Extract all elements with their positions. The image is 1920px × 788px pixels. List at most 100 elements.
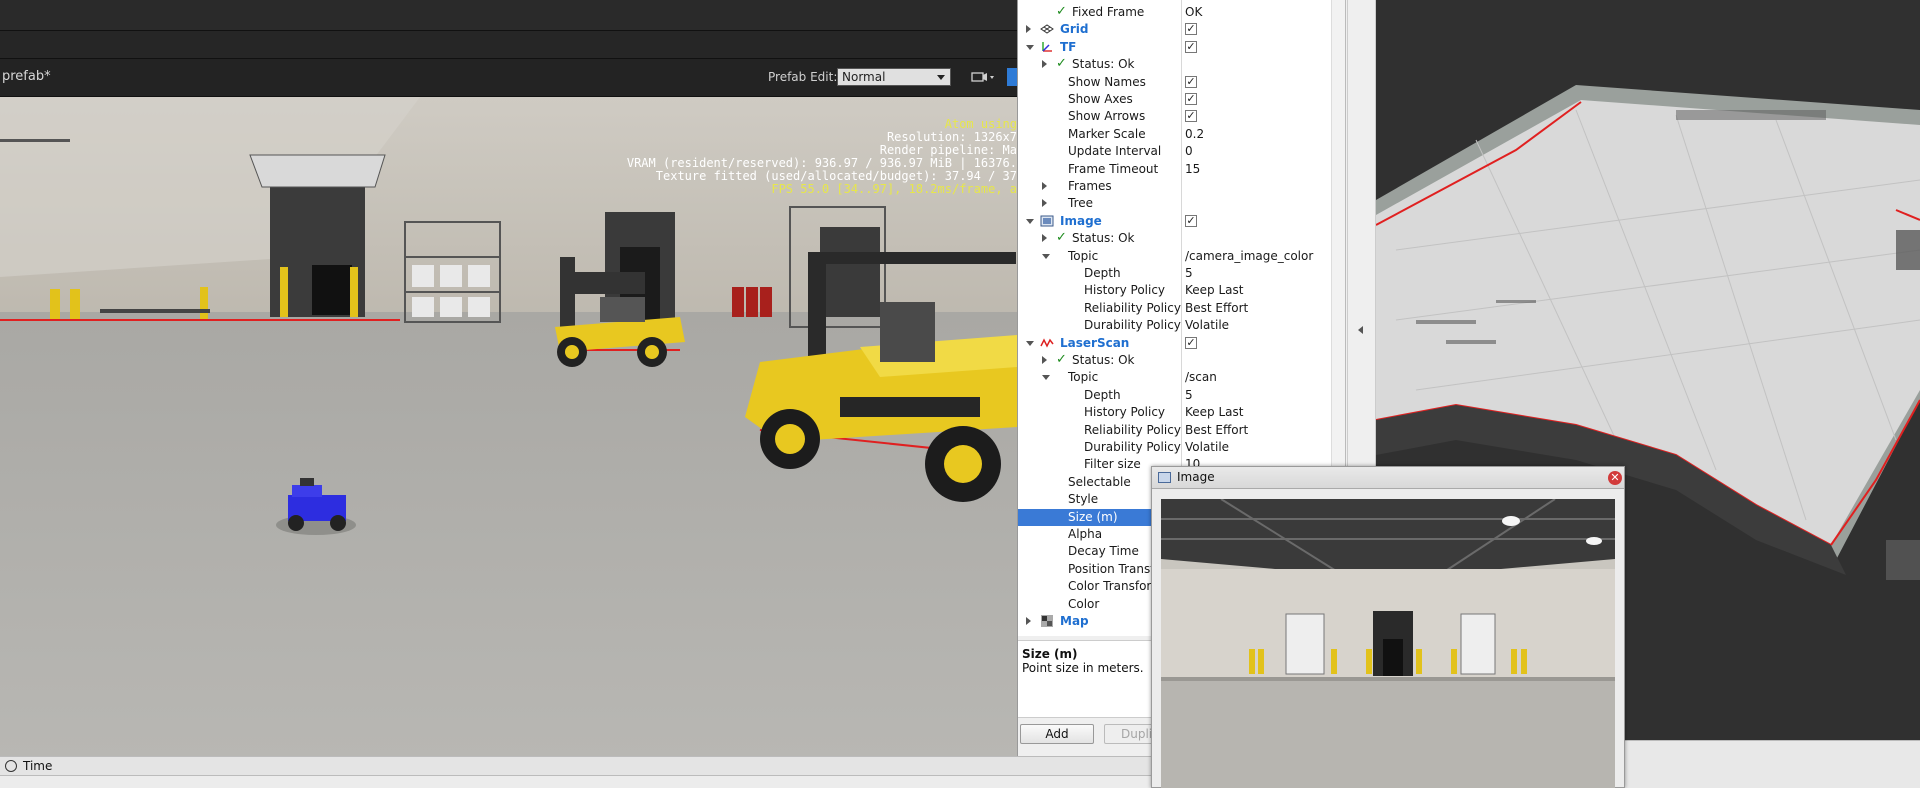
tree-row-label: Decay Time (1068, 544, 1139, 559)
tree-row[interactable]: Durability Policy Volatile (1018, 317, 1330, 334)
tree-row-label: Status: Ok (1072, 353, 1135, 367)
engine-toolbar (0, 31, 1017, 59)
tree-row-label: Status: Ok (1072, 57, 1135, 72)
tree-row[interactable]: Update Interval 0 (1018, 143, 1330, 160)
tree-row-label: Style (1068, 492, 1099, 507)
prefab-edit-label: Prefab Edit: (768, 70, 838, 84)
tree-row[interactable]: ✓ Fixed Frame OK (1018, 4, 1330, 21)
tree-row-label: Alpha (1068, 527, 1103, 541)
tree-row[interactable]: Tree (1018, 195, 1330, 212)
enabled-checkbox[interactable]: ✓ (1185, 93, 1197, 105)
tree-row-label: Frame Timeout (1068, 161, 1159, 176)
tree-row-value[interactable]: 0.2 (1185, 127, 1204, 141)
enabled-checkbox[interactable]: ✓ (1185, 336, 1197, 349)
tree-row-label: Status: Ok (1072, 231, 1135, 246)
enabled-checkbox[interactable]: ✓ (1185, 23, 1197, 36)
tree-row-label: Update Interval (1068, 144, 1162, 159)
tree-row-value[interactable]: /scan (1185, 370, 1217, 384)
tree-row-label: Grid (1060, 22, 1089, 37)
tree-row-label: Image (1060, 213, 1102, 228)
collapse-arrow-icon[interactable] (1026, 44, 1034, 50)
tree-row-value[interactable]: /camera_image_color (1185, 249, 1313, 263)
enabled-checkbox[interactable]: ✓ (1185, 75, 1197, 88)
engine-menu-bar (0, 0, 1017, 31)
tree-row-value[interactable]: OK (1185, 5, 1202, 19)
image-window-titlebar[interactable]: Image ✕ (1152, 467, 1624, 489)
prefab-tab[interactable]: prefab* (2, 69, 51, 84)
tree-row[interactable]: Show Names ✓ (1018, 74, 1330, 91)
tree-row[interactable]: History Policy Keep Last (1018, 282, 1330, 299)
tree-row[interactable]: Topic/scan (1018, 369, 1330, 386)
expand-arrow-icon[interactable] (1042, 234, 1047, 243)
tree-row[interactable]: Frame Timeout 15 (1018, 161, 1330, 178)
enabled-checkbox[interactable]: ✓ (1185, 40, 1197, 53)
warehouse-scene (0, 97, 1017, 788)
tree-row-label: Frames (1068, 179, 1112, 193)
tf-icon (1040, 40, 1054, 54)
tree-row-value[interactable]: Best Effort (1185, 301, 1248, 315)
tree-row[interactable]: Reliability Policy Best Effort (1018, 422, 1330, 439)
tree-row[interactable]: ✓ Status: Ok (1018, 352, 1330, 369)
tree-row-value[interactable]: Keep Last (1185, 405, 1243, 419)
tree-row[interactable]: Show Arrows ✓ (1018, 108, 1330, 125)
expand-arrow-icon[interactable] (1042, 356, 1047, 364)
grid-icon (1040, 22, 1054, 36)
tree-row[interactable]: Grid ✓ (1018, 21, 1330, 38)
tree-row-value[interactable]: 5 (1185, 388, 1193, 402)
tree-row-value[interactable]: 15 (1185, 162, 1200, 176)
expand-arrow-icon[interactable] (1026, 617, 1031, 625)
close-icon[interactable]: ✕ (1608, 471, 1622, 485)
tree-row[interactable]: LaserScan ✓ (1018, 335, 1330, 352)
tree-row-value[interactable]: Best Effort (1185, 423, 1248, 437)
collapse-arrow-icon[interactable] (1042, 375, 1050, 381)
expand-arrow-icon[interactable] (1042, 199, 1047, 208)
image-icon (1040, 214, 1054, 228)
tree-row-label: Show Axes (1068, 92, 1133, 106)
tree-row-value[interactable]: Keep Last (1185, 283, 1243, 297)
image-window-title: Image (1177, 470, 1215, 484)
add-button[interactable]: Add (1020, 724, 1094, 744)
tree-row[interactable]: Topic/camera_image_color (1018, 248, 1330, 265)
tree-row-label: Tree (1068, 196, 1094, 211)
tree-row[interactable]: Show Axes ✓ (1018, 91, 1330, 108)
collapse-arrow-icon[interactable] (1026, 218, 1034, 224)
prefab-edit-dropdown[interactable]: Normal (837, 68, 951, 86)
tree-row-value[interactable]: 0 (1185, 144, 1193, 158)
tree-row[interactable]: TF ✓ (1018, 39, 1330, 56)
tree-row-value[interactable]: 5 (1185, 266, 1193, 280)
tree-row[interactable]: Depth 5 (1018, 265, 1330, 282)
tree-row-value[interactable]: Volatile (1185, 440, 1229, 454)
stats-line-6: FPS 55.0 [34..97], 18.2ms/frame, a (771, 182, 1017, 196)
tree-row[interactable]: Reliability Policy Best Effort (1018, 300, 1330, 317)
collapse-left-icon[interactable] (1358, 326, 1363, 334)
tree-row[interactable]: ✓ Status: Ok (1018, 56, 1330, 73)
collapse-arrow-icon[interactable] (1042, 253, 1050, 259)
enabled-checkbox[interactable]: ✓ (1185, 214, 1197, 227)
tree-row[interactable]: Marker Scale 0.2 (1018, 126, 1330, 143)
expand-arrow-icon[interactable] (1026, 25, 1031, 34)
enabled-checkbox[interactable]: ✓ (1185, 110, 1197, 123)
camera-options-button[interactable] (969, 68, 997, 86)
tree-row[interactable]: Durability Policy Volatile (1018, 439, 1330, 456)
tree-row-label: Reliability Policy (1084, 300, 1181, 315)
time-panel-header[interactable]: Time (0, 756, 1346, 776)
tree-row[interactable]: History Policy Keep Last (1018, 404, 1330, 421)
tree-row-label: Topic (1068, 248, 1099, 263)
tree-row-label: Reliability Policy (1084, 422, 1181, 437)
tree-row-label: TF (1060, 39, 1077, 54)
tree-row[interactable]: ✓ Status: Ok (1018, 230, 1330, 247)
image-icon (1158, 472, 1171, 483)
expand-arrow-icon[interactable] (1042, 60, 1047, 69)
expand-arrow-icon[interactable] (1042, 182, 1047, 190)
tree-row[interactable]: Depth 5 (1018, 387, 1330, 404)
image-window[interactable]: Image ✕ (1151, 466, 1625, 788)
tree-row[interactable]: Image ✓ (1018, 213, 1330, 230)
collapse-arrow-icon[interactable] (1026, 340, 1034, 346)
tree-row-label: Depth (1084, 387, 1121, 402)
tree-row[interactable]: Frames (1018, 178, 1330, 195)
tree-row-label: Show Names (1068, 74, 1146, 89)
tree-row-value[interactable]: Volatile (1185, 318, 1229, 332)
viewport-mode-button[interactable] (1007, 68, 1017, 86)
tree-row-label: Fixed Frame (1072, 5, 1145, 19)
prefab-edit-value: Normal (842, 70, 886, 84)
